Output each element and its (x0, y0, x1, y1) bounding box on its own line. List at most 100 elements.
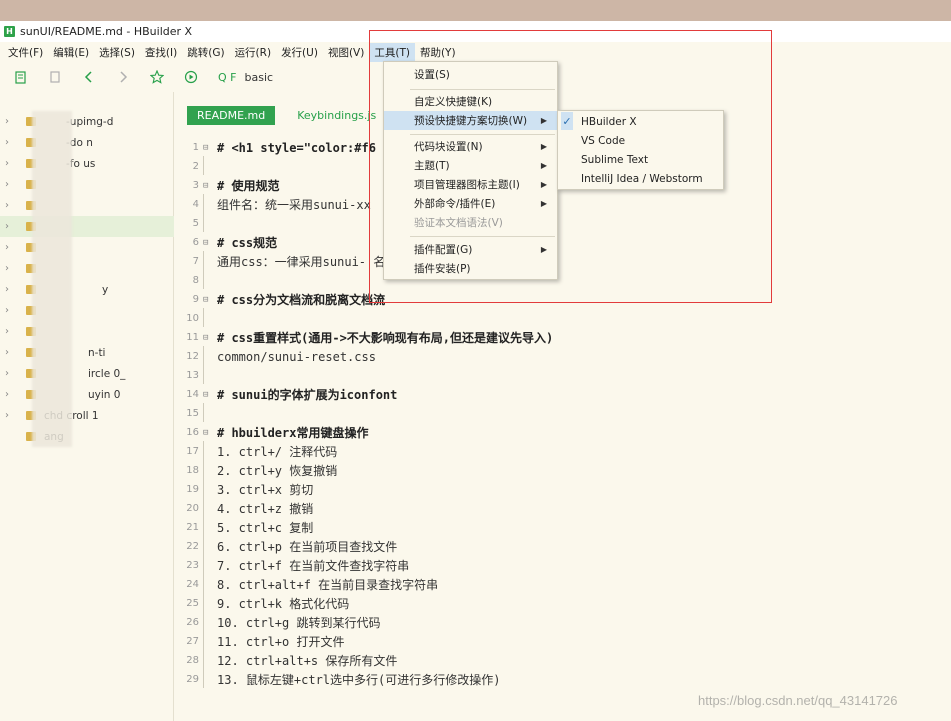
expand-arrow-icon[interactable]: › (5, 305, 15, 316)
menu-goto[interactable]: 跳转(G) (182, 43, 229, 62)
code-area[interactable]: 1 ⊟ # <h1 style="color:#f6 2 3 ⊟ # 使用规范 4 组件名：统一… (175, 138, 951, 689)
code-line[interactable]: 13 (175, 364, 951, 385)
expand-arrow-icon[interactable]: › (5, 179, 15, 190)
quick-find[interactable]: Q F basic (218, 71, 273, 84)
tab-keybindings[interactable]: Keybindings.js (287, 106, 386, 125)
code-line[interactable]: 23 7. ctrl+f 在当前文件查找字符串 (175, 554, 951, 575)
code-line[interactable]: 6 ⊟ # css规范 (175, 233, 951, 252)
submenu-arrow-icon: ▶ (540, 116, 547, 125)
code-line[interactable]: 17 1. ctrl+/ 注释代码 (175, 440, 951, 461)
tree-item[interactable]: › -upimg-d (0, 111, 174, 132)
fold-toggle-icon[interactable]: ⊟ (203, 428, 213, 438)
code-line[interactable]: 25 9. ctrl+k 格式化代码 (175, 592, 951, 613)
menu-plugin-config[interactable]: 插件配置(G) ▶ (384, 240, 557, 259)
tree-item-selected[interactable]: › (0, 216, 174, 237)
expand-arrow-icon[interactable]: › (5, 221, 15, 232)
code-line[interactable]: 27 11. ctrl+o 打开文件 (175, 630, 951, 651)
menu-theme[interactable]: 主题(T) ▶ (384, 156, 557, 175)
code-line[interactable]: 9 ⊟ # css分为文档流和脱离文档流 (175, 290, 951, 309)
menu-settings[interactable]: 设置(S) (384, 65, 557, 84)
code-line[interactable]: 20 4. ctrl+z 撤销 (175, 497, 951, 518)
code-line[interactable]: 5 (175, 212, 951, 233)
expand-arrow-icon[interactable]: › (5, 242, 15, 253)
fold-toggle-icon[interactable]: ⊟ (203, 181, 213, 191)
forward-icon[interactable] (116, 70, 130, 84)
tree-item[interactable]: › -fo us (0, 153, 174, 174)
expand-arrow-icon[interactable]: › (5, 200, 15, 211)
menu-run[interactable]: 运行(R) (230, 43, 277, 62)
menu-find[interactable]: 查找(I) (140, 43, 182, 62)
code-line[interactable]: 26 10. ctrl+g 跳转到某行代码 (175, 611, 951, 632)
tree-item[interactable]: › (0, 237, 174, 258)
tree-item[interactable]: › uyin 0 (0, 384, 174, 405)
title-bar: H sunUI/README.md - HBuilder X (0, 21, 951, 42)
menu-custom-keys[interactable]: 自定义快捷键(K) (384, 92, 557, 111)
code-line[interactable]: 12 common/sunui-reset.css (175, 345, 951, 366)
expand-arrow-icon[interactable]: › (5, 368, 15, 379)
keymap-vscode[interactable]: VS Code (558, 131, 723, 150)
fold-toggle-icon[interactable]: ⊟ (203, 143, 213, 153)
code-line[interactable]: 15 (175, 402, 951, 423)
menu-view[interactable]: 视图(V) (323, 43, 369, 62)
expand-arrow-icon[interactable]: › (5, 410, 15, 421)
code-line[interactable]: 10 (175, 307, 951, 328)
menu-code-blocks[interactable]: 代码块设置(N) ▶ (384, 137, 557, 156)
fold-toggle-icon[interactable]: ⊟ (203, 390, 213, 400)
menu-plugin-install[interactable]: 插件安装(P) (384, 259, 557, 278)
tree-item[interactable]: › n-ti (0, 342, 174, 363)
tree-item[interactable]: ›chd croll 1 (0, 405, 174, 426)
tree-item[interactable]: › ircle 0_ (0, 363, 174, 384)
star-icon[interactable] (150, 70, 164, 84)
tree-item[interactable]: › (0, 300, 174, 321)
code-line[interactable]: 24 8. ctrl+alt+f 在当前目录查找字符串 (175, 573, 951, 594)
tab-readme[interactable]: README.md (187, 106, 276, 125)
menu-publish[interactable]: 发行(U) (276, 43, 323, 62)
keymap-hbuilderx[interactable]: HBuilder X (558, 112, 723, 131)
code-line[interactable]: 8 (175, 269, 951, 290)
fold-toggle-icon[interactable]: ⊟ (203, 295, 213, 305)
tree-item[interactable]: › (0, 174, 174, 195)
keymap-intellij[interactable]: IntelliJ Idea / Webstorm (558, 169, 723, 188)
code-line[interactable]: 7 通用css：一律采用sunui- 名为：sunui-xx (175, 250, 951, 271)
code-line[interactable]: 4 组件名：统一采用sunui-xx (175, 193, 951, 214)
expand-arrow-icon[interactable]: › (5, 284, 15, 295)
code-line[interactable]: 11 ⊟ # css重置样式(通用->不大影响现有布局,但还是建议先导入) (175, 328, 951, 347)
run-icon[interactable] (184, 70, 198, 84)
fold-toggle-icon[interactable]: ⊟ (203, 238, 213, 248)
tree-item[interactable]: › -do n (0, 132, 174, 153)
tree-item[interactable]: › (0, 258, 174, 279)
code-line[interactable]: 18 2. ctrl+y 恢复撤销 (175, 459, 951, 480)
expand-arrow-icon[interactable]: › (5, 347, 15, 358)
menu-preset-keys[interactable]: 预设快捷键方案切换(W) ▶ (384, 111, 557, 130)
menu-project-icons[interactable]: 项目管理器图标主题(I) ▶ (384, 175, 557, 194)
tree-item[interactable]: › (0, 321, 174, 342)
keymap-sublime[interactable]: Sublime Text (558, 150, 723, 169)
code-line[interactable]: 16 ⊟ # hbuilderx常用键盘操作 (175, 423, 951, 442)
fold-toggle-icon[interactable]: ⊟ (203, 333, 213, 343)
code-line[interactable]: 22 6. ctrl+p 在当前项目查找文件 (175, 535, 951, 556)
save-icon[interactable] (48, 70, 62, 84)
expand-arrow-icon[interactable]: › (5, 116, 15, 127)
tree-item[interactable]: › y (0, 279, 174, 300)
expand-arrow-icon[interactable]: › (5, 326, 15, 337)
menu-edit[interactable]: 编辑(E) (48, 43, 94, 62)
expand-arrow-icon[interactable]: › (5, 137, 15, 148)
expand-arrow-icon[interactable]: › (5, 158, 15, 169)
back-icon[interactable] (82, 70, 96, 84)
menu-file[interactable]: 文件(F) (3, 43, 48, 62)
code-line[interactable]: 19 3. ctrl+x 剪切 (175, 478, 951, 499)
menu-select[interactable]: 选择(S) (94, 43, 140, 62)
menu-tools[interactable]: 工具(T) (369, 42, 415, 62)
new-file-icon[interactable] (14, 70, 28, 84)
code-line[interactable]: 29 13. 鼠标左键+ctrl选中多行(可进行多行修改操作) (175, 668, 951, 689)
menu-help[interactable]: 帮助(Y) (415, 43, 461, 62)
tree-item[interactable]: ang (0, 426, 174, 447)
tree-item[interactable]: › (0, 195, 174, 216)
code-line[interactable]: 14 ⊟ # sunui的字体扩展为iconfont (175, 385, 951, 404)
code-line[interactable]: 28 12. ctrl+alt+s 保存所有文件 (175, 649, 951, 670)
expand-arrow-icon[interactable]: › (5, 389, 15, 400)
quick-find-value[interactable]: basic (244, 71, 273, 84)
menu-external-commands[interactable]: 外部命令/插件(E) ▶ (384, 194, 557, 213)
expand-arrow-icon[interactable]: › (5, 263, 15, 274)
code-line[interactable]: 21 5. ctrl+c 复制 (175, 516, 951, 537)
